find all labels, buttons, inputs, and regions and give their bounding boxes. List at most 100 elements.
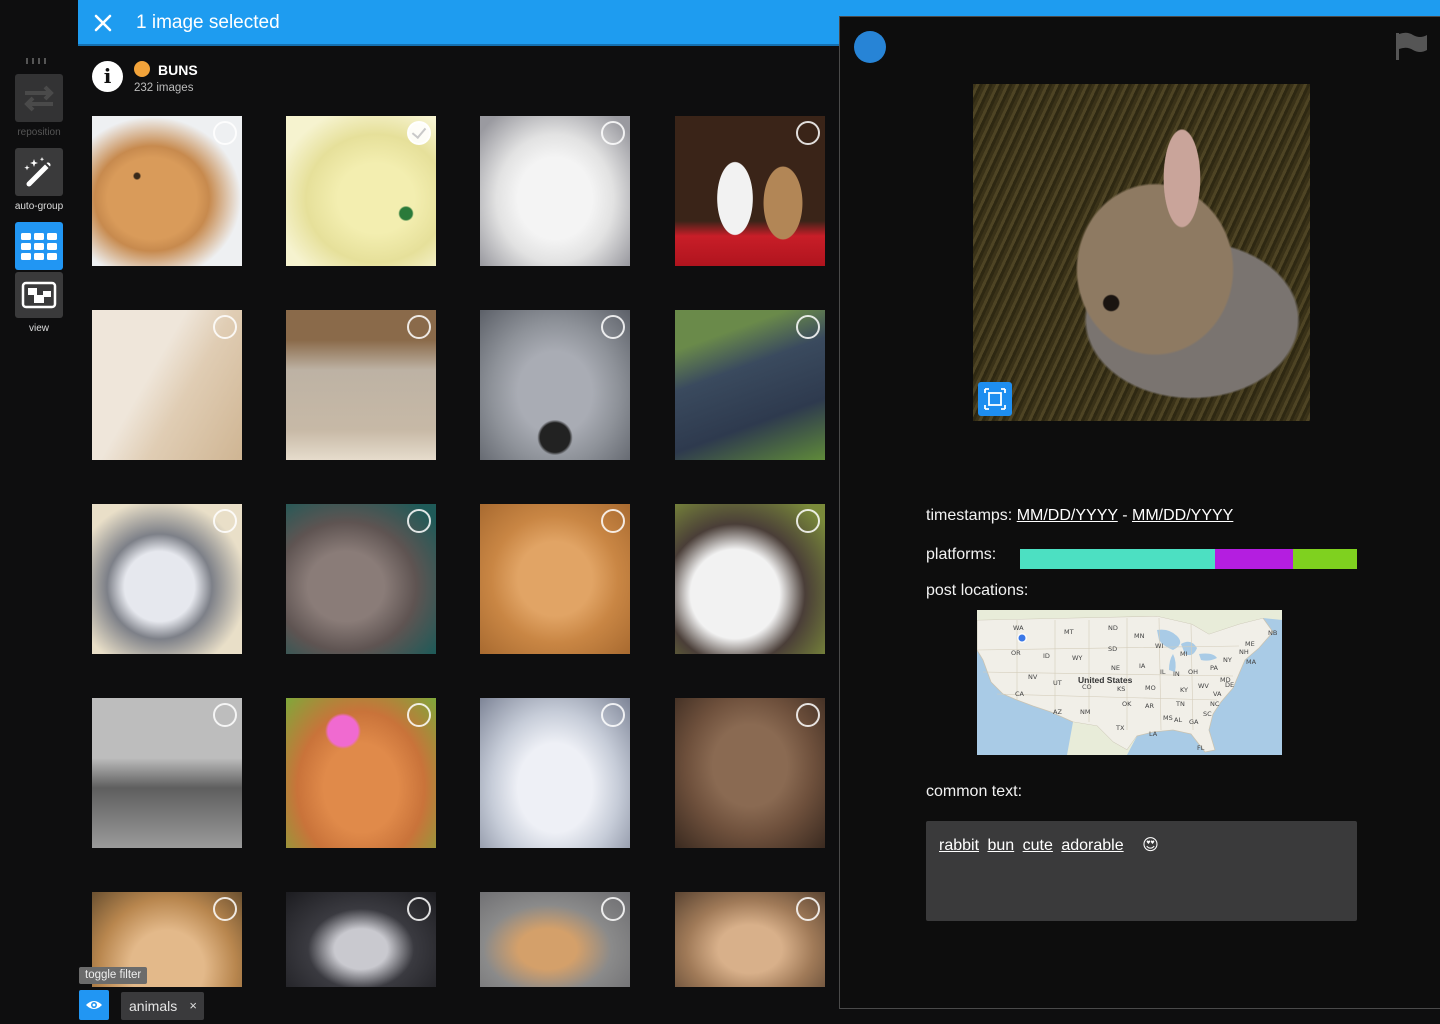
image-detail-shade [973, 84, 1310, 421]
post-locations-map[interactable]: WA MT ND MN OR ID SD WI MI WY NE IA IL IN OH PA NY NV UT CO… [977, 610, 1282, 755]
image-thumbnail[interactable] [92, 698, 242, 848]
select-toggle[interactable] [601, 509, 625, 533]
map-state-label: SD [1108, 645, 1117, 653]
select-toggle[interactable] [407, 121, 431, 145]
common-word[interactable]: rabbit [939, 837, 979, 854]
map-state-label: ID [1043, 652, 1050, 660]
select-toggle[interactable] [213, 509, 237, 533]
selection-count-title: 1 image selected [136, 12, 280, 33]
common-text-box: rabbit bun cute adorable 😍 [926, 821, 1357, 921]
auto-group-button[interactable] [15, 148, 63, 196]
image-thumbnail[interactable] [675, 892, 825, 987]
platforms-bar [1020, 549, 1357, 569]
close-icon[interactable] [92, 12, 114, 34]
location-pin-icon[interactable] [1018, 634, 1026, 642]
eye-icon [86, 1001, 102, 1009]
image-thumbnail[interactable] [480, 310, 630, 460]
timestamp-start-link[interactable]: MM/DD/YYYY [1017, 507, 1118, 524]
user-avatar[interactable] [854, 31, 886, 63]
flag-icon[interactable] [1395, 31, 1429, 61]
map-state-label: OH [1188, 668, 1198, 676]
auto-group-label: auto-group [14, 201, 64, 212]
image-thumbnail[interactable] [480, 892, 630, 987]
map-state-label: MA [1246, 658, 1257, 666]
app-window: reposition auto-group view 1 image selec… [0, 0, 1440, 1024]
map-state-label: NC [1210, 700, 1220, 708]
image-thumbnail[interactable] [286, 310, 436, 460]
map-state-label: CA [1015, 690, 1025, 698]
select-toggle[interactable] [796, 315, 820, 339]
map-state-label: OR [1011, 649, 1021, 657]
common-word[interactable]: bun [987, 837, 1014, 854]
crop-button[interactable] [978, 382, 1012, 416]
select-toggle[interactable] [407, 509, 431, 533]
select-toggle[interactable] [213, 703, 237, 727]
image-thumbnail[interactable] [92, 116, 242, 266]
image-thumbnail[interactable] [675, 504, 825, 654]
image-thumbnail[interactable] [480, 698, 630, 848]
image-thumbnail[interactable] [480, 116, 630, 266]
map-state-label: TX [1115, 724, 1125, 732]
swap-arrows-icon [24, 85, 54, 112]
common-text-label: common text: [926, 783, 1023, 800]
select-toggle[interactable] [601, 897, 625, 921]
select-toggle[interactable] [796, 509, 820, 533]
crop-select-icon [984, 388, 1006, 410]
remove-tag-icon[interactable]: × [189, 998, 197, 1013]
image-thumbnail[interactable] [286, 116, 436, 266]
select-toggle[interactable] [796, 121, 820, 145]
filter-tag-animals[interactable]: animals × [121, 992, 204, 1020]
selected-image-preview[interactable] [973, 84, 1310, 421]
filter-tag-label: animals [129, 998, 178, 1014]
platforms-label: platforms: [926, 546, 997, 563]
image-thumbnail[interactable] [675, 310, 825, 460]
select-toggle[interactable] [407, 703, 431, 727]
reposition-button[interactable] [15, 74, 63, 122]
common-word[interactable]: cute [1023, 837, 1053, 854]
select-toggle[interactable] [407, 315, 431, 339]
select-toggle[interactable] [213, 315, 237, 339]
image-layout-icon [21, 281, 57, 309]
select-toggle[interactable] [601, 703, 625, 727]
image-thumbnail[interactable] [92, 504, 242, 654]
platform-segment[interactable] [1020, 549, 1216, 569]
common-word[interactable]: adorable [1061, 837, 1123, 854]
image-thumbnail[interactable] [675, 698, 825, 848]
timestamps-label: timestamps: [926, 507, 1013, 524]
select-toggle[interactable] [796, 897, 820, 921]
map-state-label: WV [1198, 682, 1209, 690]
image-thumbnail[interactable] [286, 892, 436, 987]
heart-eyes-emoji-icon[interactable]: 😍 [1142, 837, 1159, 854]
select-toggle[interactable] [213, 121, 237, 145]
select-toggle[interactable] [796, 703, 820, 727]
image-thumbnail[interactable] [92, 310, 242, 460]
map-state-label: ND [1108, 624, 1118, 632]
canvas-view-button[interactable] [15, 272, 63, 318]
select-toggle[interactable] [601, 315, 625, 339]
map-state-label: WA [1013, 624, 1024, 632]
select-toggle[interactable] [601, 121, 625, 145]
image-thumbnail[interactable] [286, 698, 436, 848]
timestamp-end-link[interactable]: MM/DD/YYYY [1132, 507, 1233, 524]
grid-view-button[interactable] [15, 222, 63, 270]
image-thumbnail[interactable] [286, 504, 436, 654]
reposition-label: reposition [17, 127, 61, 138]
image-thumbnail[interactable] [480, 504, 630, 654]
platform-segment[interactable] [1215, 549, 1293, 569]
us-map: WA MT NDMNOR IDSD WIMIWYNE IAIL IN OH PANYNVUT CO… [977, 610, 1282, 755]
image-thumbnail[interactable] [675, 116, 825, 266]
select-toggle[interactable] [407, 897, 431, 921]
toolbar-grip[interactable] [26, 58, 48, 64]
toggle-filter-button[interactable] [79, 990, 109, 1020]
magic-wand-icon [24, 157, 51, 187]
info-icon[interactable]: i [92, 61, 123, 92]
platform-segment[interactable] [1292, 549, 1357, 569]
map-state-label: NB [1268, 629, 1277, 637]
map-state-label: NV [1028, 673, 1038, 681]
select-toggle[interactable] [213, 897, 237, 921]
map-state-label: UT [1053, 679, 1062, 687]
post-locations-label: post locations: [926, 582, 1029, 599]
toggle-filter-tooltip: toggle filter [79, 967, 148, 984]
map-state-label: LA [1149, 730, 1158, 738]
grid-icon [21, 233, 57, 260]
